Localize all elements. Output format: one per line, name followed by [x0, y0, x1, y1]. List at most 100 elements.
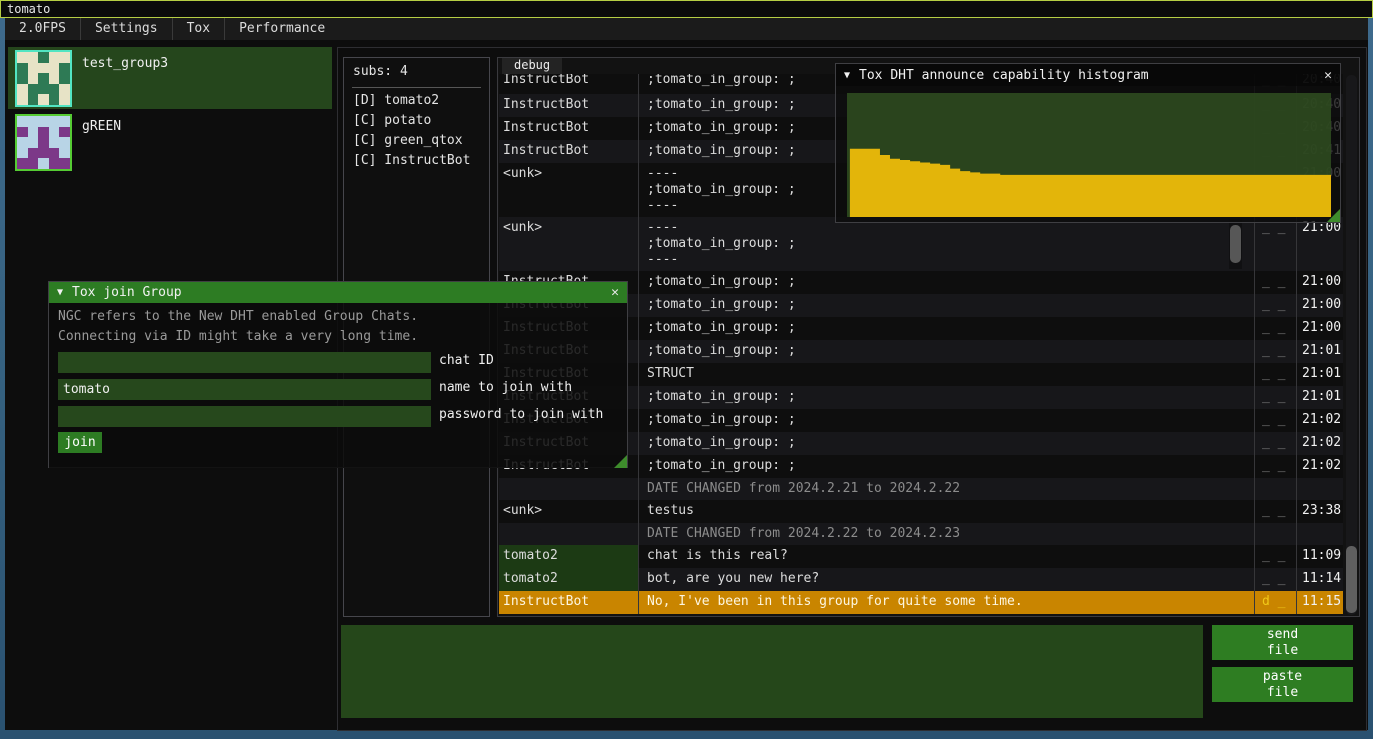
date-separator-row: DATE CHANGED from 2024.2.22 to 2024.2.23 — [499, 523, 1343, 545]
collapse-icon[interactable]: ▼ — [844, 70, 850, 81]
avatar-pixel — [49, 127, 60, 138]
member-item[interactable]: [D] tomato2 — [344, 91, 489, 111]
avatar-pixel — [38, 137, 49, 148]
avatar-pixel — [17, 73, 28, 84]
collapse-icon[interactable]: ▼ — [57, 287, 63, 298]
timestamp: 21:00 — [1296, 271, 1343, 294]
message-text: ---- ;tomato_in_group: ; ---- — [638, 217, 1254, 271]
avatar-pixel — [59, 148, 70, 159]
avatar-pixel — [49, 158, 60, 169]
timestamp: 21:00 — [1296, 294, 1343, 317]
avatar-pixel — [38, 63, 49, 74]
message-text: ;tomato_in_group: ; — [638, 409, 1254, 432]
avatar-pixel — [38, 94, 49, 105]
avatar-pixel — [59, 158, 70, 169]
histogram-titlebar[interactable]: ▼ Tox DHT announce capability histogram … — [836, 64, 1340, 86]
avatar-pixel — [17, 63, 28, 74]
join-field-label: name to join with — [439, 380, 572, 395]
avatar-pixel — [38, 158, 49, 169]
delivery-status-icon: _ _ — [1254, 217, 1296, 271]
avatar-pixel — [28, 148, 39, 159]
timestamp: 21:00 — [1296, 217, 1343, 271]
avatar-pixel — [28, 94, 39, 105]
resize-grip[interactable] — [614, 455, 627, 468]
message-text: testus — [638, 500, 1254, 523]
message-row[interactable]: tomato2bot, are you new here?_ _11:14 — [499, 568, 1343, 591]
timestamp: 11:09 — [1296, 545, 1343, 568]
delivery-status-icon: d _ — [1254, 591, 1296, 614]
sender-name: <unk> — [499, 217, 638, 271]
os-titlebar[interactable]: tomato — [0, 0, 1373, 18]
avatar-pixel — [49, 52, 60, 63]
chat-scrollbar[interactable] — [1346, 75, 1357, 615]
paste-file-button[interactable]: paste file — [1212, 667, 1353, 702]
timestamp: 11:14 — [1296, 568, 1343, 591]
member-item[interactable]: [C] InstructBot — [344, 151, 489, 171]
join-input-name-to-join-with[interactable] — [58, 379, 431, 400]
tab-debug[interactable]: debug — [502, 58, 562, 74]
sender-name: InstructBot — [499, 74, 638, 94]
member-item[interactable]: [C] green_qtox — [344, 131, 489, 151]
message-row[interactable]: <unk>testus_ _23:38 — [499, 500, 1343, 523]
menu-bar: 2.0FPSSettingsToxPerformance — [5, 18, 1368, 40]
avatar-pixel — [28, 73, 39, 84]
avatar-pixel — [49, 94, 60, 105]
histogram-body — [836, 86, 1340, 222]
close-icon[interactable]: ✕ — [1324, 68, 1332, 83]
sender-name: <unk> — [499, 163, 638, 217]
menu-item-settings[interactable]: Settings — [81, 18, 173, 40]
subs-count: subs: 4 — [344, 58, 489, 79]
avatar-pixel — [28, 63, 39, 74]
histogram-plot[interactable] — [847, 93, 1331, 217]
avatar-pixel — [38, 127, 49, 138]
timestamp: 21:01 — [1296, 340, 1343, 363]
close-icon[interactable]: ✕ — [611, 285, 619, 300]
message-scrollbar[interactable] — [1229, 219, 1242, 269]
app-window: tomato 2.0FPSSettingsToxPerformance test… — [0, 0, 1373, 739]
delivery-status-icon: _ _ — [1254, 432, 1296, 455]
chat-scrollbar-thumb[interactable] — [1346, 546, 1357, 613]
sender-name: InstructBot — [499, 117, 638, 140]
message-row[interactable]: InstructBotNo, I've been in this group f… — [499, 591, 1343, 614]
avatar-pixel — [49, 116, 60, 127]
menu-item-2-0fps: 2.0FPS — [5, 18, 81, 40]
avatar-pixel — [28, 84, 39, 95]
avatar-pixel — [38, 116, 49, 127]
menu-item-performance[interactable]: Performance — [225, 18, 339, 40]
message-row[interactable]: tomato2chat is this real?_ _11:09 — [499, 545, 1343, 568]
member-item[interactable]: [C] potato — [344, 111, 489, 131]
message-text: ;tomato_in_group: ; — [638, 455, 1254, 478]
avatar-pixel — [28, 137, 39, 148]
timestamp: 21:02 — [1296, 432, 1343, 455]
separator — [352, 87, 481, 88]
join-input-password-to-join-with[interactable] — [58, 406, 431, 427]
join-button[interactable]: join — [58, 432, 102, 453]
message-text: ;tomato_in_group: ; — [638, 317, 1254, 340]
sender-name — [499, 523, 638, 545]
sender-name: <unk> — [499, 500, 638, 523]
join-group-body: NGC refers to the New DHT enabled Group … — [49, 303, 627, 468]
message-scrollbar-thumb[interactable] — [1230, 225, 1241, 263]
message-row[interactable]: <unk>---- ;tomato_in_group: ; ----_ _21:… — [499, 217, 1343, 271]
avatar-pixel — [38, 52, 49, 63]
join-field-label: password to join with — [439, 407, 603, 422]
delivery-status-icon: _ _ — [1254, 455, 1296, 478]
resize-grip[interactable] — [1327, 209, 1340, 222]
avatar-pixel — [17, 52, 28, 63]
avatar-pixel — [49, 137, 60, 148]
join-input-chat-id[interactable] — [58, 352, 431, 373]
join-group-window: ▼ Tox join Group ✕ NGC refers to the New… — [48, 281, 628, 468]
avatar-pixel — [17, 137, 28, 148]
avatar-pixel — [59, 73, 70, 84]
group-name: gREEN — [82, 119, 121, 134]
avatar-pixel — [28, 52, 39, 63]
message-input[interactable] — [341, 625, 1203, 718]
avatar-pixel — [17, 127, 28, 138]
message-text: ;tomato_in_group: ; — [638, 386, 1254, 409]
member-list: [D] tomato2[C] potato[C] green_qtox[C] I… — [344, 91, 489, 171]
join-group-titlebar[interactable]: ▼ Tox join Group ✕ — [49, 282, 627, 303]
send-file-button[interactable]: send file — [1212, 625, 1353, 660]
menu-item-tox[interactable]: Tox — [173, 18, 225, 40]
delivery-status-icon: _ _ — [1254, 363, 1296, 386]
avatar-pixel — [17, 148, 28, 159]
